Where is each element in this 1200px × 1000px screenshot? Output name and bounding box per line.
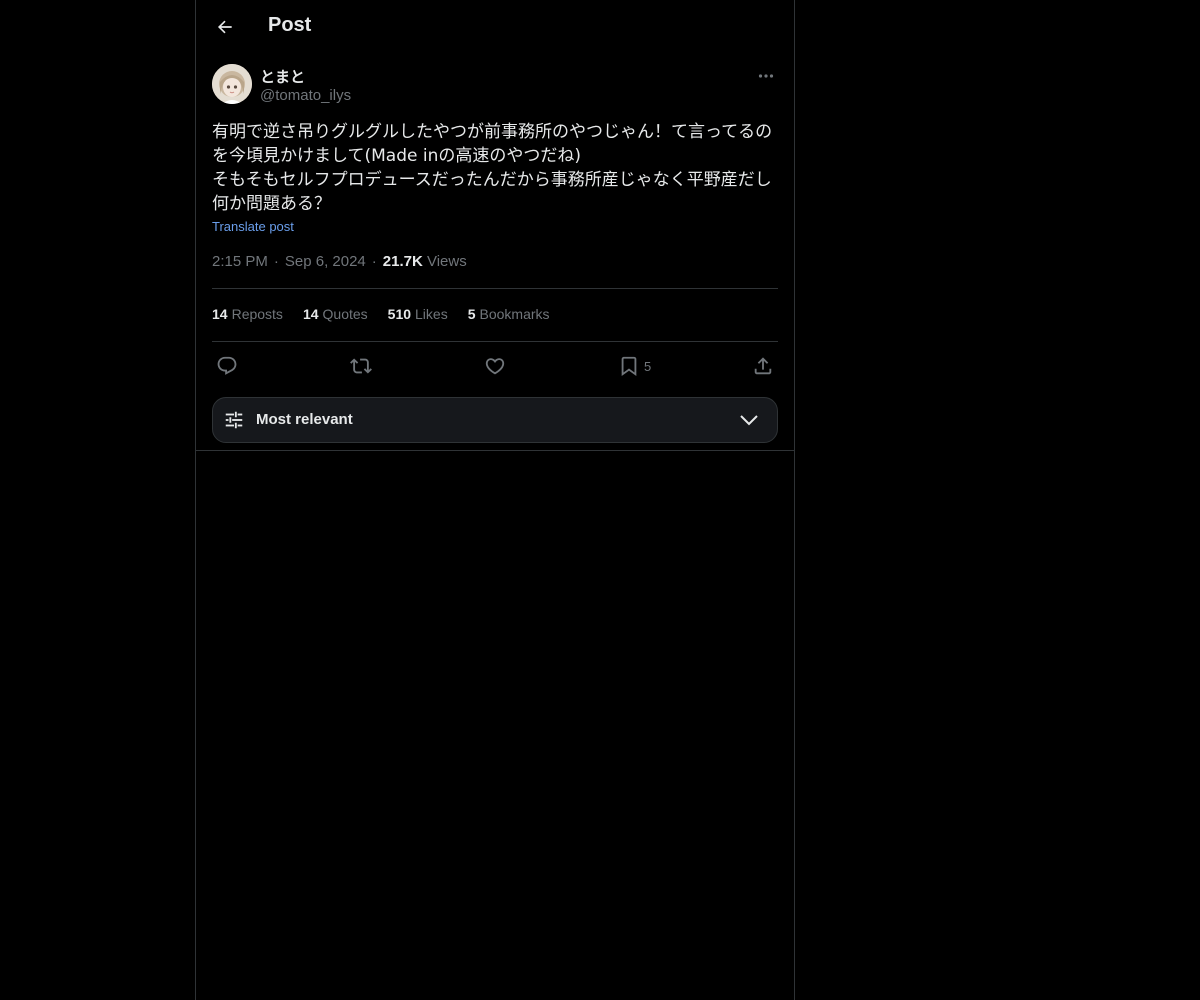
section-divider — [196, 450, 794, 451]
likes-stat[interactable]: 510 Likes — [388, 306, 448, 322]
repost-icon — [350, 358, 372, 374]
bookmarks-label: Bookmarks — [479, 306, 550, 322]
back-button[interactable] — [208, 10, 242, 44]
more-horizontal-icon — [758, 74, 774, 78]
separator-dot: · — [371, 253, 377, 270]
avatar-image — [212, 64, 252, 104]
bookmarks-count: 5 — [467, 306, 476, 322]
display-name[interactable]: とまと — [260, 66, 305, 87]
separator-dot: · — [273, 253, 279, 270]
post-text: 有明で逆さ吊りグルグルしたやつが前事務所のやつじゃん！て言ってるのを今頃見かけま… — [212, 122, 773, 214]
like-icon — [485, 358, 505, 375]
bookmark-icon — [621, 356, 637, 377]
share-icon — [754, 357, 772, 375]
share-button[interactable] — [752, 351, 774, 381]
views-count: 21.7K — [382, 253, 423, 270]
reply-button[interactable] — [216, 351, 238, 381]
likes-count: 510 — [387, 306, 412, 322]
quotes-count: 14 — [302, 306, 319, 322]
bookmarks-stat[interactable]: 5 Bookmarks — [468, 306, 550, 322]
sliders-icon — [225, 411, 243, 429]
views-label: Views — [426, 253, 467, 270]
action-bar: 5 — [212, 351, 778, 381]
post-time[interactable]: 2:15 PM — [212, 253, 268, 270]
divider — [212, 288, 778, 289]
post: とまと @tomato_ilys 有明で逆さ吊りグルグルしたやつが前事務所のやつ… — [212, 64, 778, 443]
reply-icon — [217, 356, 237, 375]
page-title: Post — [268, 14, 312, 36]
sort-label: Most relevant — [256, 411, 353, 428]
author-row: とまと @tomato_ilys — [212, 64, 778, 106]
reposts-count: 14 — [212, 306, 228, 322]
quotes-label: Quotes — [322, 306, 368, 322]
main-column: Post とまと @tomato_ilys 有明で逆さ吊りグルグルしたやつが前事… — [195, 0, 795, 1000]
arrow-left-icon — [217, 20, 232, 34]
user-handle[interactable]: @tomato_ilys — [260, 87, 351, 104]
avatar[interactable] — [212, 64, 252, 104]
like-button[interactable] — [484, 351, 506, 381]
chevron-down-icon — [740, 415, 758, 426]
more-options-button[interactable] — [754, 66, 778, 86]
bookmark-button[interactable]: 5 — [618, 351, 651, 381]
engagement-stats: 14 Reposts 14 Quotes 510 Likes 5 Bookmarks — [212, 306, 550, 322]
likes-label: Likes — [415, 306, 448, 322]
repost-button[interactable] — [350, 351, 372, 381]
post-date[interactable]: Sep 6, 2024 — [285, 253, 366, 270]
quotes-stat[interactable]: 14 Quotes — [303, 306, 368, 322]
bookmark-count: 5 — [644, 358, 652, 374]
reposts-stat[interactable]: 14 Reposts — [212, 306, 283, 322]
top-bar: Post — [196, 0, 794, 53]
reply-sort-dropdown[interactable]: Most relevant — [212, 397, 778, 443]
divider — [212, 341, 778, 342]
translate-post-link[interactable]: Translate post — [212, 219, 294, 234]
post-meta: 2:15 PM · Sep 6, 2024 · 21.7K Views — [212, 253, 467, 270]
reposts-label: Reposts — [231, 306, 283, 322]
